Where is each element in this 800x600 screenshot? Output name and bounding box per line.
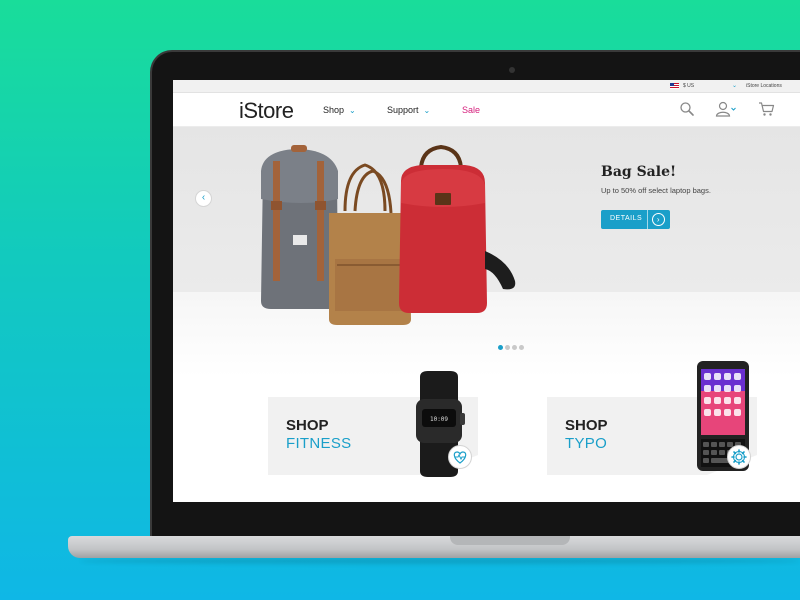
laptop-shadow — [80, 558, 800, 564]
chevron-down-icon: ⌄ — [423, 106, 431, 115]
browser-screen: $ US ⌄ iStore Locations iStore Shop ⌄ Sup… — [173, 80, 800, 502]
chevron-down-icon[interactable]: ⌄ — [732, 82, 737, 89]
hero-banner: ‹ Bag Sale! Up to 50% off select laptop … — [173, 127, 800, 377]
laptop-base — [68, 536, 800, 558]
tile-category: TYPO — [565, 435, 608, 452]
nav-item-label: Sale — [462, 105, 481, 115]
tile-heading: SHOP — [286, 417, 329, 434]
carousel-dot[interactable] — [505, 345, 510, 350]
carousel-dot[interactable] — [498, 345, 503, 350]
bags-product-image — [261, 144, 516, 325]
camera — [509, 67, 515, 73]
cart-icon[interactable] — [758, 101, 775, 117]
carousel-prev-button[interactable]: ‹ — [195, 190, 212, 207]
nav-item-sale[interactable]: Sale — [462, 105, 480, 115]
details-button-label: DETAILS — [610, 215, 643, 222]
nav-item-support[interactable]: Support ⌄ — [387, 105, 430, 115]
svg-text:10:09: 10:09 — [430, 416, 448, 423]
us-flag-icon — [670, 83, 679, 89]
brown-tote — [329, 163, 411, 325]
laptop-notch — [450, 536, 570, 545]
button-divider — [647, 210, 648, 229]
tile-category: FITNESS — [286, 435, 352, 452]
red-backpack — [399, 144, 516, 313]
currency-selector[interactable]: $ US — [683, 83, 694, 89]
logo[interactable]: iStore — [239, 98, 294, 124]
store-locations-link[interactable]: iStore Locations — [746, 83, 782, 89]
carousel-dots — [498, 337, 526, 355]
carousel-dot[interactable] — [512, 345, 517, 350]
shop-typo-tile[interactable]: SHOP TYPO — [547, 361, 757, 475]
nav-item-label: Support — [387, 105, 419, 115]
carousel-dot[interactable] — [519, 345, 524, 350]
shop-fitness-tile[interactable]: SHOP FITNESS 10:09 — [268, 371, 478, 477]
chevron-down-icon: ⌄ — [349, 106, 356, 115]
grey-backpack — [261, 145, 338, 309]
gear-icon[interactable] — [727, 445, 751, 469]
user-icon[interactable] — [715, 100, 737, 118]
nav-item-label: Shop — [323, 105, 345, 115]
search-icon[interactable] — [679, 101, 695, 117]
details-button[interactable]: DETAILS › — [601, 210, 670, 229]
hero-subtitle: Up to 50% off select laptop bags. — [601, 186, 711, 195]
main-nav: iStore Shop ⌄ Support ⌄ Sale — [173, 93, 800, 127]
chevron-right-icon: › — [652, 213, 665, 226]
nav-item-shop[interactable]: Shop ⌄ — [323, 105, 356, 115]
utility-bar: $ US ⌄ iStore Locations — [173, 80, 800, 93]
hero-title: Bag Sale! — [601, 164, 677, 180]
tile-heading: SHOP — [565, 417, 608, 434]
heart-monitor-icon[interactable] — [448, 445, 472, 469]
